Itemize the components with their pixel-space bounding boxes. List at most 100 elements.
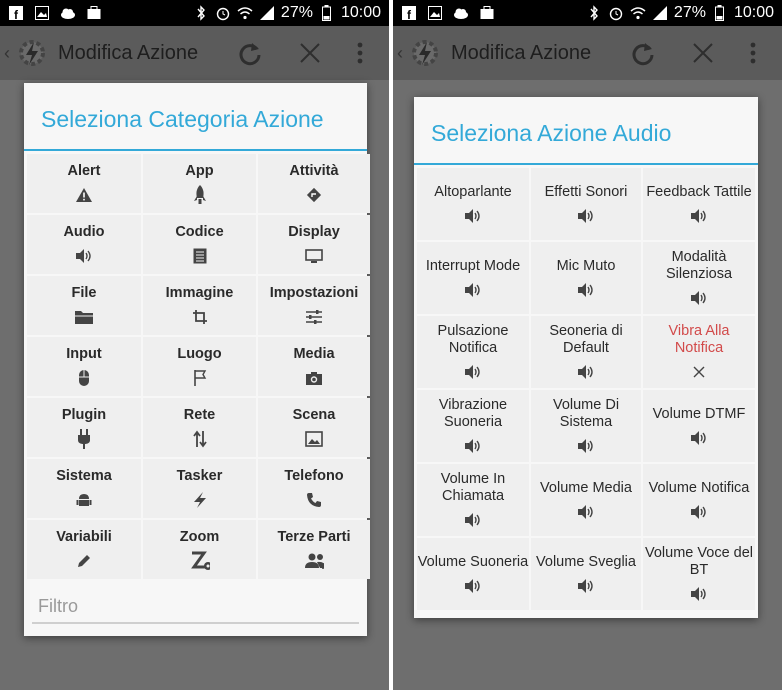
close-x-icon [690, 363, 708, 381]
speaker-icon [577, 577, 595, 595]
audio-action-label: Volume Sveglia [536, 553, 636, 570]
close-icon[interactable] [295, 38, 325, 68]
briefcase-icon [479, 5, 495, 21]
facebook-icon: f [401, 5, 417, 21]
audio-action-mic-muto[interactable]: Mic Muto [531, 242, 641, 314]
status-bar: f 27% 10:00 [0, 0, 389, 26]
category-rete[interactable]: Rete [143, 398, 256, 457]
speaker-icon [464, 363, 482, 381]
category-label: Luogo [177, 346, 222, 362]
audio-action-volume-suoneria[interactable]: Volume Suoneria [417, 538, 529, 610]
audio-action-interrupt-mode[interactable]: Interrupt Mode [417, 242, 529, 314]
dialog-title: Seleziona Azione Audio [414, 97, 758, 165]
speaker-icon [577, 207, 595, 225]
category-label: File [71, 285, 97, 301]
warning-icon [74, 185, 94, 205]
action-bar: ‹ Modifica Azione [393, 26, 782, 80]
filter-input[interactable] [38, 596, 353, 617]
category-telefono[interactable]: Telefono [258, 459, 370, 518]
category-alert[interactable]: Alert [27, 154, 141, 213]
filter-field[interactable] [32, 590, 359, 624]
rocket-icon [190, 185, 210, 205]
mouse-icon [74, 368, 94, 388]
category-label: Variabili [56, 529, 112, 545]
bluetooth-icon [193, 5, 209, 21]
signal-icon [652, 5, 668, 21]
audio-action-label: Feedback Tattile [646, 183, 752, 200]
tasker-logo-icon[interactable] [407, 35, 443, 71]
category-plugin[interactable]: Plugin [27, 398, 141, 457]
category-file[interactable]: File [27, 276, 141, 335]
audio-action-volume-voce-del-bt[interactable]: Volume Voce del BT [643, 538, 755, 610]
category-label: Media [293, 346, 335, 362]
refresh-icon[interactable] [235, 38, 265, 68]
category-label: Audio [63, 224, 105, 240]
audio-action-label: Volume Notifica [648, 479, 750, 496]
close-icon[interactable] [688, 38, 718, 68]
audio-action-feedback-tattile[interactable]: Feedback Tattile [643, 168, 755, 240]
speaker-icon [577, 363, 595, 381]
audio-action-seoneria-di-default[interactable]: Seoneria di Default [531, 316, 641, 388]
category-grid: Alert App Attività Audio Codice Display File Im… [24, 151, 370, 579]
category-label: Plugin [61, 407, 107, 423]
category-display[interactable]: Display [258, 215, 370, 274]
audio-action-vibrazione-suoneria[interactable]: Vibrazione Suoneria [417, 390, 529, 462]
audio-dialog: Seleziona Azione Audio Altoparlante Effet… [414, 97, 758, 618]
audio-action-label: Mic Muto [556, 257, 616, 274]
category-label: Tasker [176, 468, 223, 484]
tasker-logo-icon[interactable] [14, 35, 50, 71]
battery-icon [319, 5, 335, 21]
briefcase-icon [86, 5, 102, 21]
audio-action-volume-sveglia[interactable]: Volume Sveglia [531, 538, 641, 610]
audio-action-label: Interrupt Mode [425, 257, 521, 274]
audio-action-label: Vibra Alla Notifica [668, 323, 730, 356]
category-terze-parti[interactable]: Terze Parti [258, 520, 370, 579]
category-scena[interactable]: Scena [258, 398, 370, 457]
refresh-icon[interactable] [628, 38, 658, 68]
category-tasker[interactable]: Tasker [143, 459, 256, 518]
category-codice[interactable]: Codice [143, 215, 256, 274]
back-chevron-icon[interactable]: ‹ [4, 43, 14, 64]
category-variabili[interactable]: Variabili [27, 520, 141, 579]
gallery-icon [427, 5, 443, 21]
category-audio[interactable]: Audio [27, 215, 141, 274]
audio-action-pulsazione-notifica[interactable]: Pulsazione Notifica [417, 316, 529, 388]
audio-action-altoparlante[interactable]: Altoparlante [417, 168, 529, 240]
audio-action-grid: Altoparlante Effetti Sonori Feedback Tatti… [414, 165, 758, 610]
direction-sign-icon [304, 185, 324, 205]
category-app[interactable]: App [143, 154, 256, 213]
category-label: Zoom [179, 529, 220, 545]
category-sistema[interactable]: Sistema [27, 459, 141, 518]
category-impostazioni[interactable]: Impostazioni [258, 276, 370, 335]
audio-action-label: Pulsazione Notifica [437, 323, 509, 356]
category-label: Alert [67, 163, 101, 179]
category-input[interactable]: Input [27, 337, 141, 396]
audio-action-label: Volume Voce del BT [644, 545, 754, 578]
audio-action-volume-in-chiamata[interactable]: Volume In Chiamata [417, 464, 529, 536]
audio-action-volume-di-sistema[interactable]: Volume Di Sistema [531, 390, 641, 462]
audio-action-modalita-silenziosa[interactable]: Modalità Silenziosa [643, 242, 755, 314]
back-chevron-icon[interactable]: ‹ [397, 43, 407, 64]
audio-action-label: Volume DTMF [652, 405, 746, 422]
category-label: Codice [175, 224, 224, 240]
wifi-icon [237, 5, 253, 21]
audio-action-volume-media[interactable]: Volume Media [531, 464, 641, 536]
category-luogo[interactable]: Luogo [143, 337, 256, 396]
category-media[interactable]: Media [258, 337, 370, 396]
category-attivita[interactable]: Attività [258, 154, 370, 213]
audio-action-effetti-sonori[interactable]: Effetti Sonori [531, 168, 641, 240]
audio-action-volume-dtmf[interactable]: Volume DTMF [643, 390, 755, 462]
audio-action-vibra-alla-notifica[interactable]: Vibra Alla Notifica [643, 316, 755, 388]
cloud-icon [60, 5, 76, 21]
category-zoom[interactable]: Zoom [143, 520, 256, 579]
overflow-menu-icon[interactable] [748, 38, 758, 68]
flag-icon [190, 368, 210, 388]
plug-icon [74, 429, 94, 449]
overflow-menu-icon[interactable] [355, 38, 365, 68]
audio-action-volume-notifica[interactable]: Volume Notifica [643, 464, 755, 536]
page-title: Modifica Azione [58, 41, 199, 64]
picture-icon [304, 429, 324, 449]
category-immagine[interactable]: Immagine [143, 276, 256, 335]
audio-action-label: Vibrazione Suoneria [438, 397, 508, 430]
document-icon [190, 246, 210, 266]
